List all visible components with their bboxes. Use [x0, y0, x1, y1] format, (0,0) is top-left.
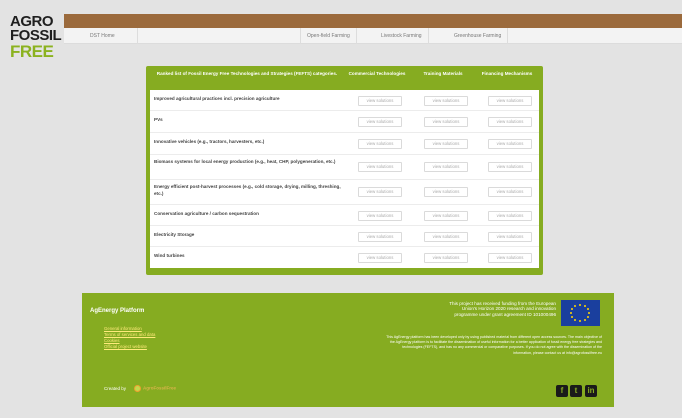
view-financing-mechanisms-button[interactable]: view solutions — [488, 253, 532, 263]
view-financing-mechanisms-button[interactable]: view solutions — [488, 187, 532, 197]
view-commercial-technologies-button[interactable]: view solutions — [358, 117, 402, 127]
header-financing-mechanisms: Financing Mechanisms — [481, 71, 533, 76]
nav-dst-home[interactable]: DST Home — [84, 28, 138, 44]
footer-title: AgEnergy Platform — [90, 308, 145, 314]
row-category-name: Wind turbines — [154, 253, 185, 258]
table-header: Ranked list of Fossil Energy Free Techno… — [146, 66, 543, 90]
view-financing-mechanisms-button[interactable]: view solutions — [488, 232, 532, 242]
row-category-name: Innovative vehicles (e.g., tractors, har… — [154, 139, 265, 144]
table-row: Innovative vehicles (e.g., tractors, har… — [150, 133, 539, 155]
row-category-name: Improved agricultural practices incl. pr… — [154, 96, 280, 101]
facebook-icon[interactable]: f — [556, 385, 568, 397]
view-training-materials-button[interactable]: view solutions — [424, 187, 468, 197]
view-training-materials-button[interactable]: view solutions — [424, 232, 468, 242]
view-commercial-technologies-button[interactable]: view solutions — [358, 139, 402, 149]
row-category-name: PVs — [154, 117, 163, 122]
created-by-label: Created by — [104, 386, 127, 391]
view-commercial-technologies-button[interactable]: view solutions — [358, 162, 402, 172]
agrofossilfree-logo[interactable]: AGRO FOSSIL FREE — [10, 14, 62, 61]
created-logo-text: AgroFossilFree — [143, 385, 177, 391]
fefts-table-panel: Ranked list of Fossil Energy Free Techno… — [146, 66, 543, 275]
view-financing-mechanisms-button[interactable]: view solutions — [488, 211, 532, 221]
platform-disclaimer: This AgEnergy platform has been develope… — [386, 335, 602, 355]
view-financing-mechanisms-button[interactable]: view solutions — [488, 139, 532, 149]
header-commercial-technologies: Commercial Technologies — [348, 71, 406, 76]
top-brown-bar — [64, 14, 682, 28]
site-footer: AgEnergy Platform General information Te… — [82, 293, 614, 407]
view-training-materials-button[interactable]: view solutions — [424, 253, 468, 263]
table-body: Improved agricultural practices incl. pr… — [150, 90, 539, 268]
linkedin-icon[interactable]: in — [585, 385, 597, 397]
main-navigation: DST Home Open-field Farming Livestock Fa… — [64, 28, 682, 44]
view-commercial-technologies-button[interactable]: view solutions — [358, 211, 402, 221]
link-official-project-website[interactable]: Official project website — [104, 344, 155, 350]
footer-links: General information Terms of services an… — [104, 326, 155, 350]
view-commercial-technologies-button[interactable]: view solutions — [358, 187, 402, 197]
logo-line-3: FREE — [10, 41, 54, 61]
twitter-icon[interactable]: t — [570, 385, 582, 397]
view-training-materials-button[interactable]: view solutions — [424, 117, 468, 127]
view-commercial-technologies-button[interactable]: view solutions — [358, 232, 402, 242]
row-category-name: Electricity Storage — [154, 232, 195, 237]
table-row: Improved agricultural practices incl. pr… — [150, 90, 539, 111]
nav-open-field-farming[interactable]: Open-field Farming — [300, 28, 357, 44]
header-category: Ranked list of Fossil Energy Free Techno… — [156, 71, 338, 76]
table-row: Biomass systems for local energy product… — [150, 155, 539, 180]
table-row: Conservation agriculture / carbon seques… — [150, 205, 539, 226]
table-row: Electricity Storage view solutions view … — [150, 226, 539, 247]
table-row: Energy efficient post-harvest processes … — [150, 180, 539, 205]
logo-mark-icon — [134, 385, 141, 392]
nav-livestock-farming[interactable]: Livestock Farming — [375, 28, 429, 44]
view-training-materials-button[interactable]: view solutions — [424, 96, 468, 106]
funding-statement: This project has received funding from t… — [449, 301, 556, 317]
row-category-name: Energy efficient post-harvest processes … — [154, 184, 341, 196]
table-row: PVs view solutions view solutions view s… — [150, 111, 539, 133]
nav-greenhouse-farming[interactable]: Greenhouse Farming — [448, 28, 509, 44]
row-category-name: Conservation agriculture / carbon seques… — [154, 211, 259, 216]
row-category-name: Biomass systems for local energy product… — [154, 159, 336, 164]
view-training-materials-button[interactable]: view solutions — [424, 162, 468, 172]
view-commercial-technologies-button[interactable]: view solutions — [358, 253, 402, 263]
table-row: Wind turbines view solutions view soluti… — [150, 247, 539, 268]
eu-flag-icon — [561, 300, 600, 326]
view-training-materials-button[interactable]: view solutions — [424, 139, 468, 149]
view-financing-mechanisms-button[interactable]: view solutions — [488, 96, 532, 106]
view-financing-mechanisms-button[interactable]: view solutions — [488, 162, 532, 172]
agrofossilfree-small-logo[interactable]: AgroFossilFree — [134, 385, 176, 393]
view-training-materials-button[interactable]: view solutions — [424, 211, 468, 221]
header-training-materials: Training Materials — [423, 71, 463, 76]
view-commercial-technologies-button[interactable]: view solutions — [358, 96, 402, 106]
view-financing-mechanisms-button[interactable]: view solutions — [488, 117, 532, 127]
